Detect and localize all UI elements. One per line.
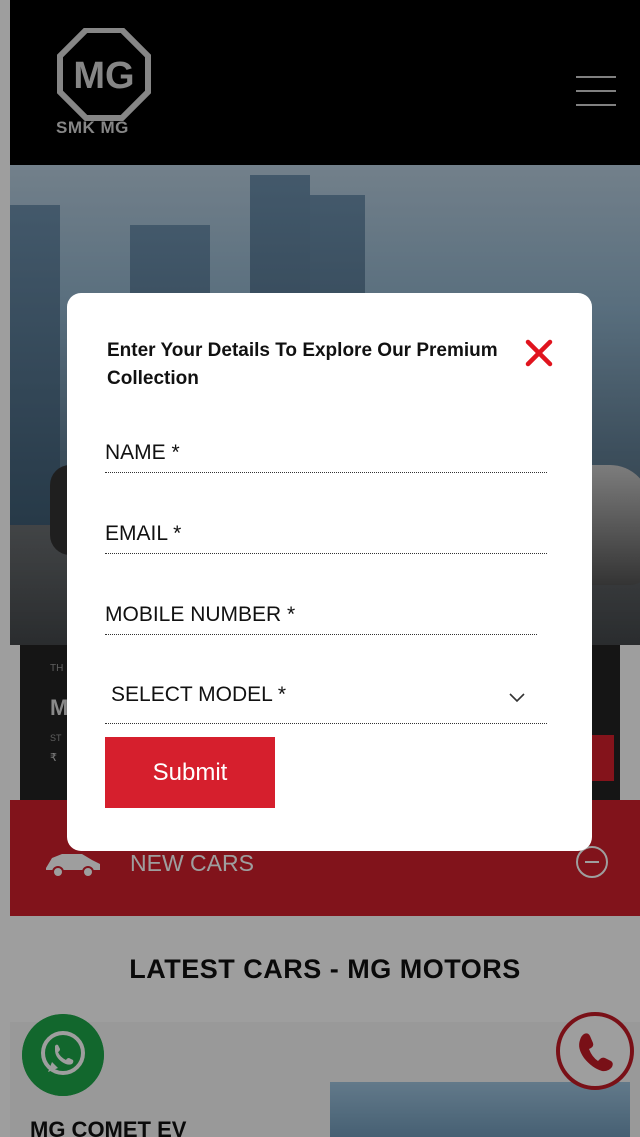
close-icon[interactable] — [523, 337, 555, 369]
mobile-number-input[interactable] — [105, 595, 537, 635]
submit-button[interactable]: Submit — [105, 737, 275, 808]
name-input[interactable] — [105, 433, 547, 473]
select-model-label: SELECT MODEL * — [111, 683, 287, 706]
modal-title: Enter Your Details To Explore Our Premiu… — [107, 340, 498, 389]
enquiry-modal: Enter Your Details To Explore Our Premiu… — [67, 293, 592, 851]
select-model-dropdown[interactable]: SELECT MODEL * — [105, 667, 547, 724]
chevron-down-icon — [509, 693, 525, 703]
page: MG SMK MG TH M ST ₹ NEW CARS LATEST CARS… — [0, 0, 640, 1137]
email-input[interactable] — [105, 514, 547, 554]
